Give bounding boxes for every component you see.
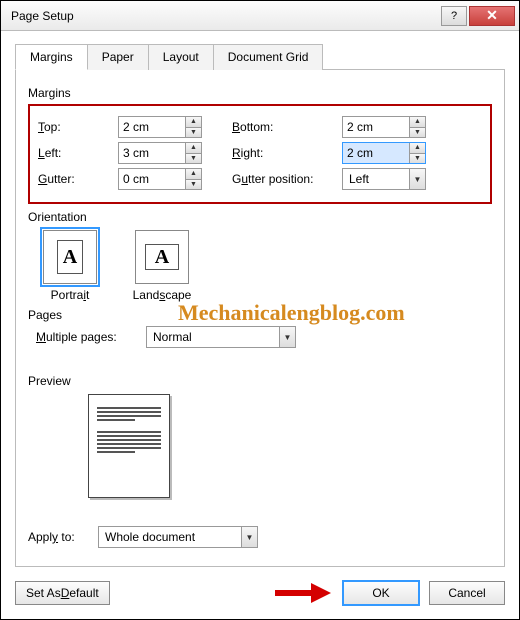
spin-up-icon[interactable]: ▲ [410,143,425,154]
right-input[interactable] [343,143,409,163]
spin-down-icon[interactable]: ▼ [186,128,201,138]
spin-down-icon[interactable]: ▼ [186,154,201,164]
portrait-icon: A [43,230,97,284]
set-as-default-button[interactable]: Set As Default [15,581,110,605]
gutter-position-label: Gutter position: [232,172,342,186]
margins-group-label: Margins [28,86,492,100]
bottom-input[interactable] [343,117,409,137]
tab-strip: Margins Paper Layout Document Grid [15,43,505,70]
spin-down-icon[interactable]: ▼ [410,128,425,138]
preview-group-label: Preview [28,374,492,388]
dialog-button-row: Set As Default OK Cancel [15,581,505,605]
top-spinner[interactable]: ▲▼ [118,116,202,138]
margins-group: Top: ▲▼ Bottom: ▲▼ Left: ▲▼ [28,104,492,204]
tab-layout[interactable]: Layout [148,44,214,70]
chevron-down-icon[interactable]: ▼ [241,527,257,547]
close-button[interactable]: ✕ [469,6,515,26]
left-label: Left: [38,146,118,160]
multiple-pages-value: Normal [147,327,279,347]
bottom-label: Bottom: [232,120,342,134]
apply-to-label: Apply to: [28,530,98,544]
chevron-down-icon[interactable]: ▼ [409,169,425,189]
top-input[interactable] [119,117,185,137]
apply-to-value: Whole document [99,527,241,547]
gutter-spinner[interactable]: ▲▼ [118,168,202,190]
spin-up-icon[interactable]: ▲ [186,143,201,154]
apply-to-dropdown[interactable]: Whole document ▼ [98,526,258,548]
left-spinner[interactable]: ▲▼ [118,142,202,164]
gutter-input[interactable] [119,169,185,189]
spin-up-icon[interactable]: ▲ [410,117,425,128]
orientation-landscape[interactable]: A Landscape [128,230,196,302]
preview-page [88,394,170,498]
right-spinner[interactable]: ▲▼ [342,142,426,164]
left-input[interactable] [119,143,185,163]
tab-panel-margins: Margins Top: ▲▼ Bottom: ▲▼ Left: [15,70,505,567]
orientation-group: A Portrait A Landscape [36,230,492,302]
tab-margins[interactable]: Margins [15,44,88,70]
bottom-spinner[interactable]: ▲▼ [342,116,426,138]
spin-down-icon[interactable]: ▼ [186,180,201,190]
orientation-portrait[interactable]: A Portrait [36,230,104,302]
help-button[interactable]: ? [441,6,467,26]
orientation-group-label: Orientation [28,210,492,224]
gutter-label: Gutter: [38,172,118,186]
multiple-pages-dropdown[interactable]: Normal ▼ [146,326,296,348]
cancel-button[interactable]: Cancel [429,581,505,605]
tab-document-grid[interactable]: Document Grid [213,44,324,70]
tab-paper[interactable]: Paper [87,44,149,70]
portrait-label: Portrait [36,288,104,302]
title-bar[interactable]: Page Setup ? ✕ [1,1,519,31]
gutter-position-dropdown[interactable]: Left ▼ [342,168,426,190]
arrow-annotation-icon [273,581,333,605]
gutter-position-value: Left [343,169,409,189]
chevron-down-icon[interactable]: ▼ [279,327,295,347]
spin-up-icon[interactable]: ▲ [186,169,201,180]
spin-up-icon[interactable]: ▲ [186,117,201,128]
landscape-icon: A [135,230,189,284]
ok-button[interactable]: OK [343,581,419,605]
page-setup-dialog: Page Setup ? ✕ Margins Paper Layout Docu… [0,0,520,620]
top-label: Top: [38,120,118,134]
window-title: Page Setup [11,9,441,23]
right-label: Right: [232,146,342,160]
spin-down-icon[interactable]: ▼ [410,154,425,164]
multiple-pages-label: Multiple pages: [36,330,146,344]
